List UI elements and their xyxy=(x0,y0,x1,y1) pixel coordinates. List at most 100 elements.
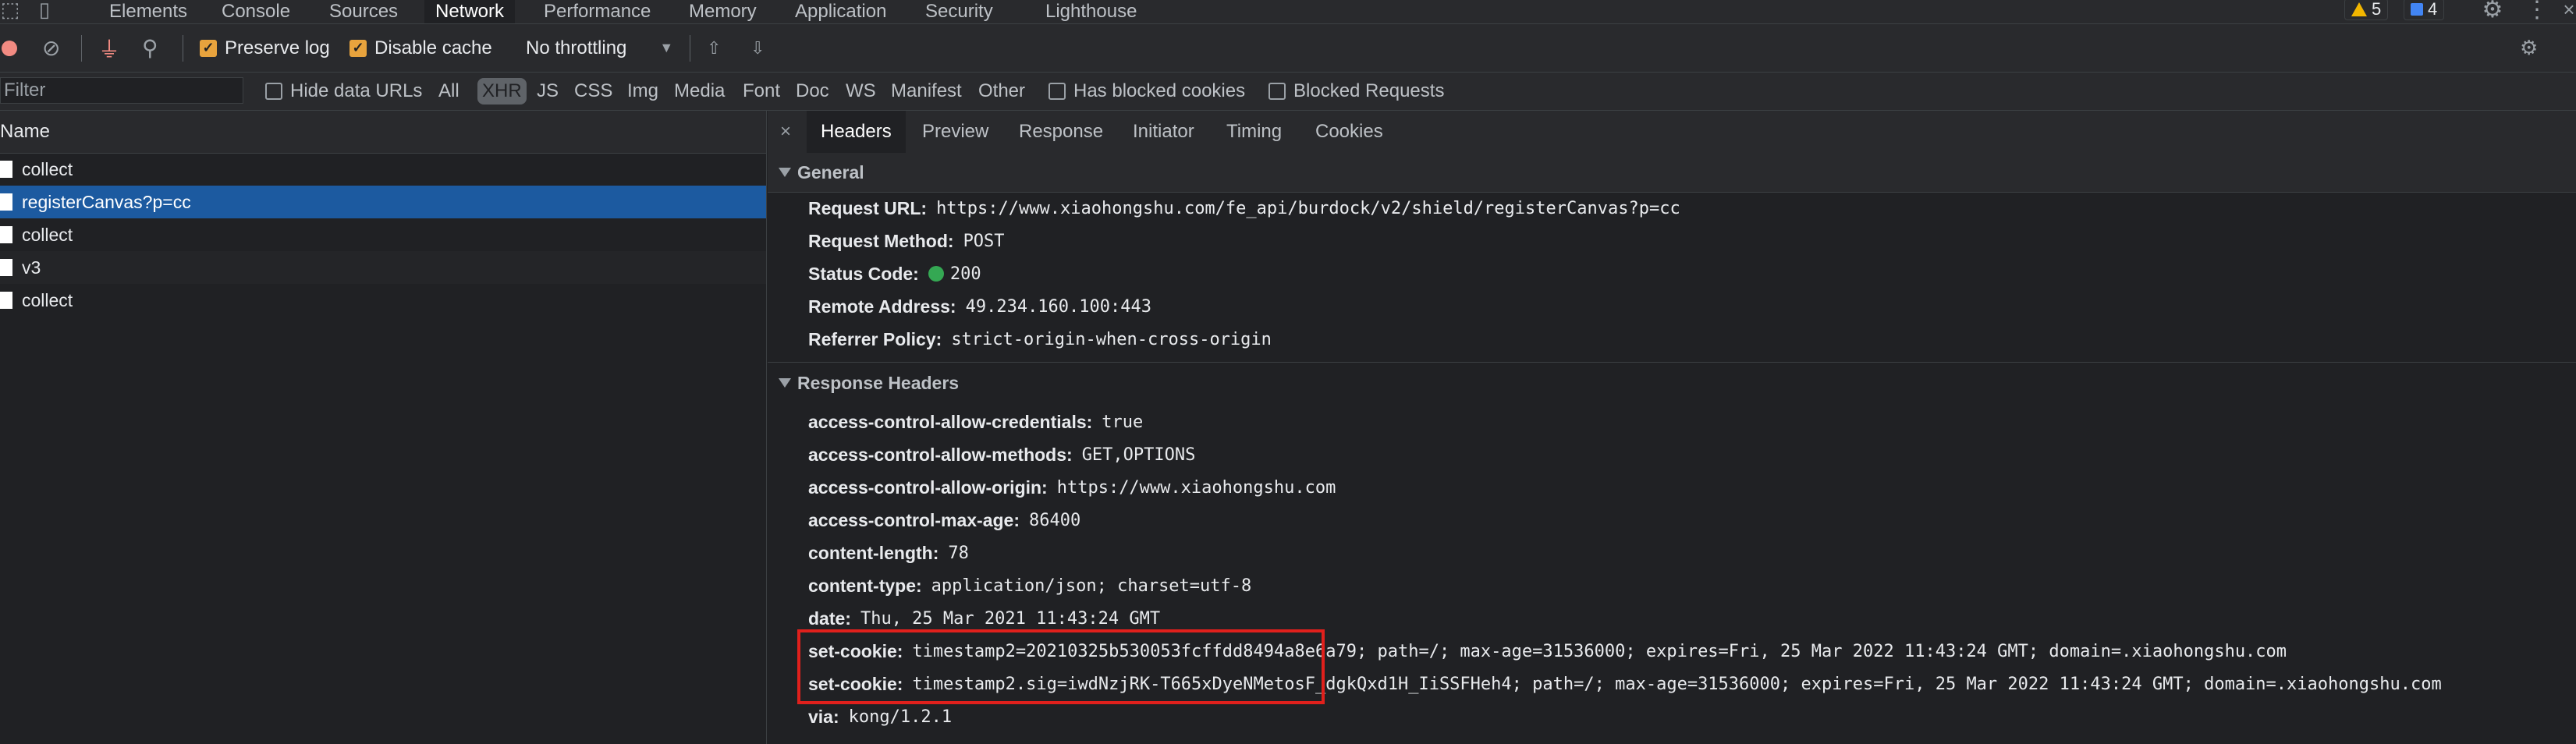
status-ok-icon xyxy=(928,266,944,282)
device-toolbar-icon[interactable]: ▯ xyxy=(34,0,55,21)
record-button[interactable] xyxy=(2,24,17,72)
export-har-icon[interactable]: ⇩ xyxy=(750,24,765,72)
disable-cache-checkbox[interactable]: ✓ Disable cache xyxy=(349,24,492,72)
blocked-requests-checkbox[interactable]: Blocked Requests xyxy=(1268,73,1444,110)
header-value: https://www.xiaohongshu.com xyxy=(1056,477,1336,498)
header-value: timestamp2=20210325b530053fcffdd8494a8e6… xyxy=(912,641,2287,661)
devtools-tabbar: ⬚ ▯ Elements Console Sources Network Per… xyxy=(0,0,2576,24)
header-row: access-control-allow-origin: https://www… xyxy=(808,471,1336,504)
preserve-log-label: Preserve log xyxy=(225,37,330,58)
tab-elements[interactable]: Elements xyxy=(109,0,187,23)
checkbox-unchecked-icon xyxy=(1048,83,1066,100)
throttling-select[interactable]: No throttling ▼ xyxy=(526,24,673,72)
tab-application[interactable]: Application xyxy=(795,0,886,23)
filter-type-all[interactable]: All xyxy=(438,73,459,110)
checkbox-unchecked-icon xyxy=(265,83,282,100)
header-key: access-control-allow-origin: xyxy=(808,477,1048,498)
file-icon xyxy=(0,193,12,211)
header-row: content-type: application/json; charset=… xyxy=(808,569,1251,602)
header-key: Request URL: xyxy=(808,197,928,218)
tab-console[interactable]: Console xyxy=(222,0,290,23)
header-row: Status Code: 200 xyxy=(808,257,981,290)
request-detail-panel: × Headers Preview Response Initiator Tim… xyxy=(768,111,2576,744)
header-row: content-length: 78 xyxy=(808,537,969,569)
name-column-label: Name xyxy=(0,121,51,142)
request-row[interactable]: v3 xyxy=(0,251,766,284)
filter-type-manifest[interactable]: Manifest xyxy=(891,73,962,110)
tab-response[interactable]: Response xyxy=(1019,111,1103,153)
tab-sources[interactable]: Sources xyxy=(329,0,398,23)
hide-data-urls-checkbox[interactable]: Hide data URLs xyxy=(265,73,422,110)
header-value: GET,OPTIONS xyxy=(1081,445,1196,465)
tab-performance[interactable]: Performance xyxy=(544,0,651,23)
request-row[interactable]: collect xyxy=(0,218,766,251)
header-value: https://www.xiaohongshu.com/fe_api/burdo… xyxy=(936,198,1680,218)
close-icon[interactable]: × xyxy=(780,111,791,153)
request-name: v3 xyxy=(22,257,41,278)
triangle-down-icon xyxy=(779,378,791,388)
filter-icon[interactable]: ⏚ xyxy=(98,24,120,72)
clear-icon[interactable]: ⊘ xyxy=(42,24,60,72)
header-row: via: kong/1.2.1 xyxy=(808,700,952,733)
request-row[interactable]: collect xyxy=(0,153,766,186)
tab-lighthouse[interactable]: Lighthouse xyxy=(1045,0,1137,23)
header-value: 86400 xyxy=(1029,510,1081,530)
header-key: via: xyxy=(808,706,839,727)
tab-cookies[interactable]: Cookies xyxy=(1315,111,1383,153)
tab-timing[interactable]: Timing xyxy=(1226,111,1282,153)
has-blocked-cookies-checkbox[interactable]: Has blocked cookies xyxy=(1048,73,1245,110)
header-row: date: Thu, 25 Mar 2021 11:43:24 GMT xyxy=(808,602,1160,635)
network-settings-icon[interactable]: ⚙ xyxy=(2520,24,2538,72)
file-icon xyxy=(0,161,12,178)
preserve-log-checkbox[interactable]: ✓ Preserve log xyxy=(200,24,330,72)
header-row: Remote Address: 49.234.160.100:443 xyxy=(808,290,1151,323)
header-value: application/json; charset=utf-8 xyxy=(931,576,1252,596)
tab-preview[interactable]: Preview xyxy=(922,111,988,153)
tab-security[interactable]: Security xyxy=(925,0,993,23)
checkbox-checked-icon: ✓ xyxy=(349,39,367,57)
name-column-header[interactable]: Name xyxy=(0,111,766,154)
section-divider xyxy=(768,362,2576,363)
filter-input[interactable]: Filter xyxy=(0,77,243,104)
header-value: Thu, 25 Mar 2021 11:43:24 GMT xyxy=(860,608,1161,629)
filter-type-ws[interactable]: WS xyxy=(846,73,876,110)
request-row-selected[interactable]: registerCanvas?p=cc xyxy=(0,186,766,218)
header-key: content-length: xyxy=(808,542,939,563)
messages-count: 4 xyxy=(2428,0,2438,19)
header-row: Request URL: https://www.xiaohongshu.com… xyxy=(808,192,1680,225)
general-section-header[interactable]: General xyxy=(768,153,2576,193)
tab-memory[interactable]: Memory xyxy=(689,0,757,23)
gear-icon[interactable]: ⚙ xyxy=(2479,0,2506,23)
tab-headers[interactable]: Headers xyxy=(807,111,906,153)
more-options-icon[interactable]: ⋮ xyxy=(2525,0,2549,23)
detail-tabs: × Headers Preview Response Initiator Tim… xyxy=(768,111,2576,154)
header-value: 78 xyxy=(948,543,969,563)
filter-type-other[interactable]: Other xyxy=(978,73,1025,110)
filter-type-img[interactable]: Img xyxy=(627,73,658,110)
messages-badge[interactable]: 4 xyxy=(2404,0,2445,20)
import-har-icon[interactable]: ⇧ xyxy=(707,24,721,72)
header-key: set-cookie: xyxy=(808,640,903,661)
inspect-element-icon[interactable]: ⬚ xyxy=(0,0,20,21)
tab-network[interactable]: Network xyxy=(424,0,516,23)
filter-type-font[interactable]: Font xyxy=(743,73,780,110)
toolbar-divider xyxy=(81,35,82,62)
filter-type-media[interactable]: Media xyxy=(674,73,725,110)
response-headers-section-header[interactable]: Response Headers xyxy=(768,363,2576,402)
search-icon[interactable]: ⚲ xyxy=(142,24,158,72)
warnings-badge[interactable]: 5 xyxy=(2344,0,2389,20)
header-row: Referrer Policy: strict-origin-when-cros… xyxy=(808,323,1272,356)
tab-initiator[interactable]: Initiator xyxy=(1133,111,1194,153)
header-row: access-control-allow-credentials: true xyxy=(808,406,1143,438)
filter-type-doc[interactable]: Doc xyxy=(796,73,829,110)
file-icon xyxy=(0,226,12,243)
request-row[interactable]: collect xyxy=(0,284,766,317)
close-devtools-icon[interactable]: × xyxy=(2562,0,2576,21)
header-key: Remote Address: xyxy=(808,296,956,317)
header-value: POST xyxy=(963,231,1005,251)
filter-type-js[interactable]: JS xyxy=(537,73,559,110)
filter-type-xhr[interactable]: XHR xyxy=(477,78,527,105)
triangle-down-icon xyxy=(779,168,791,177)
header-value: kong/1.2.1 xyxy=(848,707,953,727)
filter-type-css[interactable]: CSS xyxy=(574,73,612,110)
